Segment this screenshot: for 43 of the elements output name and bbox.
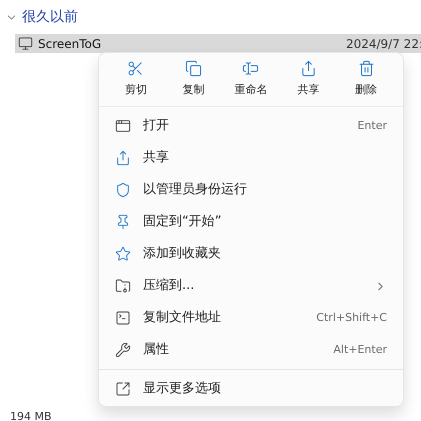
trash-icon [358, 60, 375, 78]
menu-item-label: 压缩到... [143, 277, 196, 296]
menu-item[interactable]: 打开 Enter [103, 110, 399, 142]
menu-item[interactable]: 固定到“开始” [103, 206, 399, 238]
menu-item[interactable]: 复制文件地址 Ctrl+Shift+C [103, 302, 399, 334]
menu-item-label: 共享 [143, 149, 170, 168]
shortcut-label: Enter [357, 118, 387, 134]
expand-icon [115, 381, 131, 397]
menu-item-label: 打开 [143, 117, 170, 136]
menu-action-button[interactable]: 重命名 [224, 56, 278, 103]
shortcut-label: Alt+Enter [333, 342, 387, 358]
share-icon [300, 60, 318, 78]
wrench-icon [115, 342, 131, 358]
archive-folder-icon [115, 278, 131, 294]
star-icon [115, 246, 131, 262]
menu-action-button[interactable]: 复制 [166, 56, 220, 103]
menu-item-label: 复制文件地址 [143, 309, 222, 328]
file-name: ScreenToG [38, 38, 102, 50]
monitor-icon [18, 36, 33, 51]
scissors-icon [127, 60, 144, 78]
menu-item[interactable]: 添加到收藏夹 [103, 238, 399, 270]
menu-item[interactable]: 显示更多选项 [103, 373, 399, 405]
rename-icon [242, 60, 260, 78]
share-icon [115, 150, 131, 166]
menu-item[interactable]: 属性 Alt+Enter [103, 334, 399, 366]
menu-item-label: 显示更多选项 [143, 380, 222, 398]
menu-item[interactable]: 共享 [103, 142, 399, 174]
menu-item-label: 属性 [143, 341, 170, 360]
group-title: 很久以前 [22, 8, 78, 26]
menu-item-label: 以管理员身份运行 [143, 181, 248, 200]
menu-item[interactable]: 压缩到... [103, 270, 399, 302]
window-icon [115, 118, 131, 134]
menu-item-label: 添加到收藏夹 [143, 245, 222, 264]
size-label: 194 MB [10, 410, 52, 421]
copy-icon [184, 60, 202, 78]
shield-icon [115, 182, 131, 198]
menu-item-label: 固定到“开始” [143, 213, 222, 232]
menu-action-button[interactable]: 删除 [339, 56, 394, 103]
shortcut-label: Ctrl+Shift+C [316, 310, 387, 326]
menu-item[interactable]: 以管理员身份运行 [103, 174, 399, 206]
menu-action-button[interactable]: 共享 [282, 56, 336, 103]
menu-action-button[interactable]: 剪切 [108, 56, 163, 103]
pin-icon [115, 214, 131, 230]
